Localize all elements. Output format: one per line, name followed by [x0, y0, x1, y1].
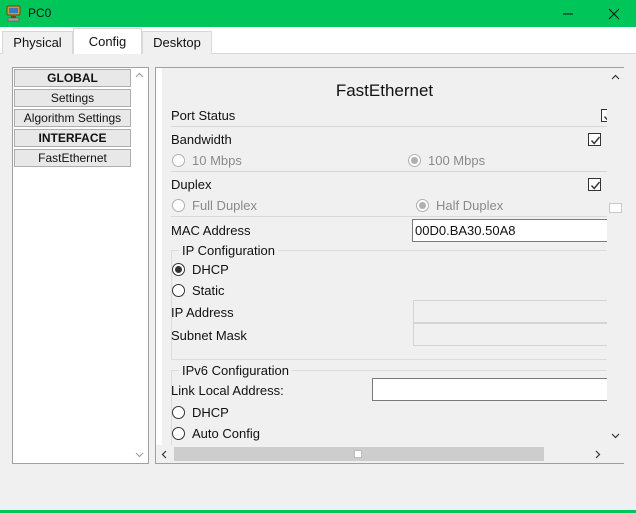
interface-form: FastEthernet Port Status Bandwidth 10 Mb…	[162, 68, 607, 445]
half-duplex-label: Half Duplex	[436, 198, 504, 213]
chevron-down-icon[interactable]	[611, 433, 620, 439]
bandwidth-label: Bandwidth	[171, 132, 232, 147]
port-status-label: Port Status	[171, 108, 236, 123]
sidebar-item-global[interactable]: GLOBAL	[14, 69, 131, 87]
bandwidth-10-radio[interactable]	[172, 154, 185, 167]
config-content: GLOBAL Settings Algorithm Settings INTER…	[0, 54, 636, 510]
half-duplex-radio[interactable]	[416, 199, 429, 212]
scroll-grip-icon	[354, 450, 362, 458]
subnet-mask-label: Subnet Mask	[171, 328, 247, 343]
sidebar-item-fastethernet[interactable]: FastEthernet	[14, 149, 131, 167]
ip-static-label: Static	[192, 283, 225, 298]
bandwidth-auto-checkbox[interactable]	[588, 133, 601, 146]
duplex-auto-checkbox[interactable]	[588, 178, 601, 191]
horizontal-scrollbar[interactable]	[156, 445, 607, 463]
sidebar-item-algorithm-settings[interactable]: Algorithm Settings	[14, 109, 131, 127]
tab-strip: Physical Config Desktop	[0, 27, 636, 55]
ip-address-label: IP Address	[171, 305, 234, 320]
checkmark-icon	[590, 136, 601, 145]
ipv6-configuration-legend: IPv6 Configuration	[179, 363, 292, 378]
bandwidth-100-radio[interactable]	[408, 154, 421, 167]
ipv6-auto-config-radio[interactable]	[172, 427, 185, 440]
vertical-scrollbar[interactable]	[607, 68, 624, 445]
sidebar-item-interface[interactable]: INTERFACE	[14, 129, 131, 147]
maximize-button-area[interactable]	[546, 0, 592, 27]
chevron-down-icon[interactable]	[135, 452, 144, 458]
tab-desktop[interactable]: Desktop	[142, 31, 212, 54]
tab-config[interactable]: Config	[73, 28, 142, 55]
vertical-scroll-thumb[interactable]	[609, 203, 622, 213]
link-local-address-label: Link Local Address:	[171, 383, 284, 398]
tab-physical[interactable]: Physical	[2, 31, 73, 54]
sidebar-item-settings[interactable]: Settings	[14, 89, 131, 107]
ip-dhcp-label: DHCP	[192, 262, 229, 277]
mac-address-field[interactable]: 00D0.BA30.50A8	[412, 219, 607, 242]
chevron-right-icon[interactable]	[595, 450, 601, 459]
ipv6-dhcp-radio[interactable]	[172, 406, 185, 419]
sidebar: GLOBAL Settings Algorithm Settings INTER…	[12, 67, 149, 464]
bandwidth-10-label: 10 Mbps	[192, 153, 242, 168]
pc0-window: PC0 Physical Config Desktop GLOBAL Setti…	[0, 0, 636, 513]
title-bar[interactable]: PC0	[0, 0, 636, 27]
ip-static-radio[interactable]	[172, 284, 185, 297]
divider	[171, 216, 607, 217]
interface-panel: FastEthernet Port Status Bandwidth 10 Mb…	[155, 67, 624, 464]
chevron-left-icon[interactable]	[161, 450, 167, 459]
divider	[171, 126, 607, 127]
ip-dhcp-radio[interactable]	[172, 263, 185, 276]
checkmark-icon	[590, 181, 601, 190]
ipv6-auto-config-label: Auto Config	[192, 426, 260, 441]
scrollbar-corner	[607, 445, 624, 463]
horizontal-scroll-thumb[interactable]	[174, 447, 544, 461]
pc-device-icon	[5, 5, 23, 22]
full-duplex-radio[interactable]	[172, 199, 185, 212]
ip-address-field[interactable]	[413, 300, 607, 323]
interface-heading: FastEthernet	[335, 81, 434, 100]
duplex-label: Duplex	[171, 177, 212, 192]
bandwidth-100-label: 100 Mbps	[428, 153, 486, 168]
mac-address-label: MAC Address	[171, 223, 251, 238]
close-button[interactable]	[592, 0, 636, 27]
sidebar-scrollbar[interactable]	[131, 68, 148, 463]
chevron-up-icon[interactable]	[135, 72, 144, 78]
subnet-mask-field[interactable]	[413, 323, 607, 346]
close-icon	[608, 8, 620, 19]
link-local-address-field[interactable]	[372, 378, 607, 401]
full-duplex-label: Full Duplex	[192, 198, 258, 213]
ip-configuration-legend: IP Configuration	[179, 243, 278, 258]
window-title: PC0	[28, 6, 52, 20]
divider	[171, 171, 607, 172]
chevron-up-icon[interactable]	[611, 74, 620, 80]
ipv6-dhcp-label: DHCP	[192, 405, 229, 420]
